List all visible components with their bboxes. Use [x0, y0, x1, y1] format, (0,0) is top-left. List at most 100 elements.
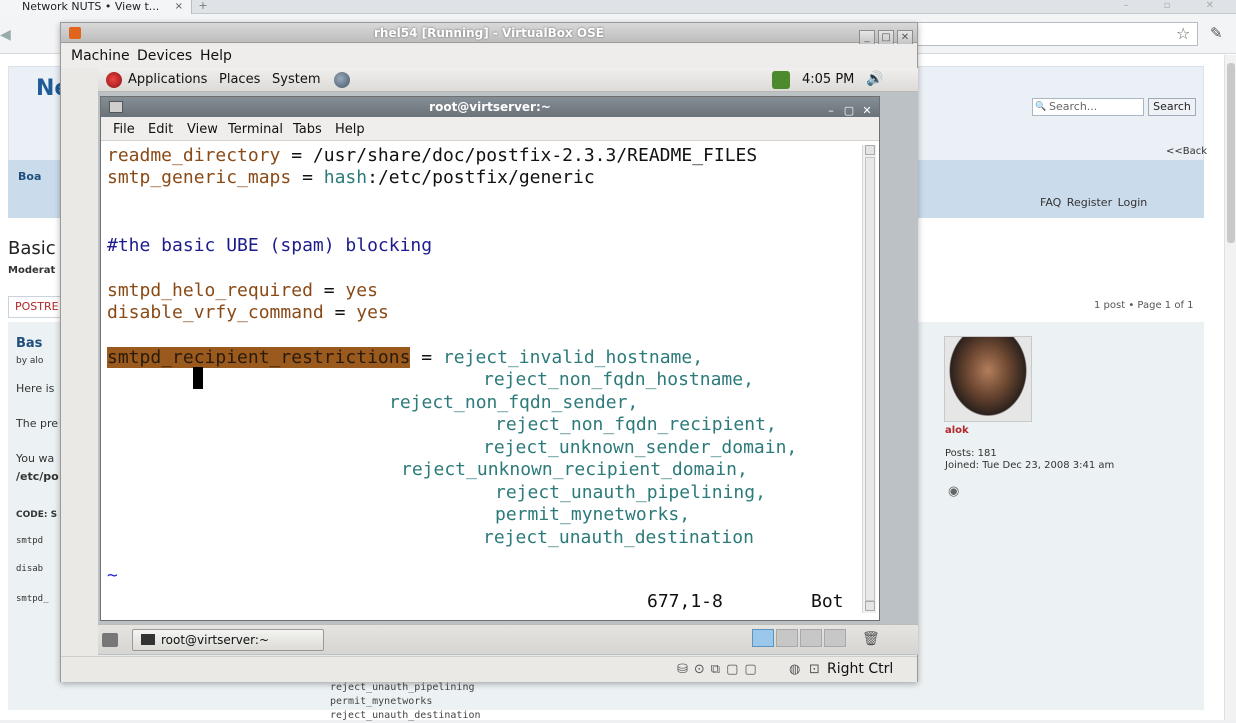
config-key: smtp_generic_maps [107, 167, 292, 188]
terminal-window: root@virtserver:~ – ▢ ✕ File Edit View Ter… [100, 96, 880, 621]
forum-code-line: smtpd [16, 536, 44, 546]
config-eq: = [312, 280, 346, 301]
scroll-up-icon[interactable] [865, 145, 875, 155]
menu-help[interactable]: Help [335, 122, 365, 137]
menu-terminal[interactable]: Terminal [228, 122, 283, 137]
contact-icon[interactable]: ◉ [948, 484, 959, 499]
terminal-titlebar[interactable]: root@virtserver:~ – ▢ ✕ [101, 97, 879, 117]
config-value: :/etc/postfix/generic [367, 167, 595, 188]
close-icon[interactable]: ✕ [859, 103, 875, 118]
menu-edit[interactable]: Edit [148, 122, 173, 137]
forum-joined-date: Joined: Tue Dec 23, 2008 3:41 am [945, 460, 1115, 471]
trash-icon[interactable]: 🗑 [862, 631, 880, 647]
network-icon[interactable] [334, 72, 350, 88]
workspace-1[interactable] [752, 629, 774, 647]
new-tab-button[interactable]: + [196, 0, 210, 13]
config-key: smtpd_helo_required [107, 280, 313, 301]
redhat-icon[interactable] [106, 72, 122, 88]
terminal-menubar: File Edit View Terminal Tabs Help [101, 117, 879, 141]
device-status-icons[interactable]: ⛁⊙⧉▢▢ [677, 662, 763, 677]
config-value: yes [356, 302, 389, 323]
forum-post-line: /etc/po [16, 470, 59, 483]
scrollbar-thumb[interactable] [1227, 63, 1235, 243]
workspace-3[interactable] [800, 629, 822, 647]
menu-machine[interactable]: Machine [71, 48, 130, 64]
browser-tab-bar: Network NUTS • View t... × + – ▫ ✕ [0, 0, 1236, 14]
config-comment: #the basic UBE (spam) blocking [107, 235, 433, 256]
forum-search-button[interactable]: Search [1148, 98, 1196, 116]
forum-userinfo: Posts: 181 Joined: Tue Dec 23, 2008 3:41… [945, 448, 1114, 472]
forum-topic-title: Basic [8, 238, 56, 259]
show-desktop-icon[interactable] [102, 633, 118, 647]
workspace-4[interactable] [824, 629, 846, 647]
forum-board-link[interactable]: Boa [18, 170, 41, 183]
menu-devices[interactable]: Devices [137, 48, 192, 64]
config-eq: = [410, 347, 443, 368]
config-value: reject_non_fqdn_sender, [389, 392, 639, 413]
terminal-scrollbar[interactable] [862, 145, 876, 613]
menu-view[interactable]: View [187, 122, 218, 137]
address-bar[interactable] [918, 22, 1198, 46]
config-value: yes [345, 280, 378, 301]
text-cursor [193, 367, 203, 389]
menu-help[interactable]: Help [200, 48, 232, 64]
forum-post-author: by alo [16, 356, 44, 366]
forum-posts-count: Posts: 181 [945, 448, 997, 459]
browser-window-controls[interactable]: – ▫ ✕ [1123, 0, 1230, 11]
config-value: reject_non_fqdn_hostname, [483, 369, 754, 390]
taskbar-item-terminal[interactable]: root@virtserver:~ [132, 629, 324, 651]
vim-editor[interactable]: readme_directory = /usr/share/doc/postfi… [107, 145, 857, 615]
config-eq: = [291, 167, 324, 188]
vbox-window-title: rhel54 [Running] - VirtualBox OSE [374, 26, 604, 40]
forum-search-input[interactable]: Search... [1032, 98, 1144, 116]
minimize-icon[interactable]: _ [859, 30, 875, 45]
menu-tabs[interactable]: Tabs [293, 122, 322, 137]
forum-post-title[interactable]: Bas [16, 336, 42, 351]
avatar[interactable] [944, 336, 1032, 422]
scroll-down-icon[interactable] [865, 601, 875, 611]
page-scrollbar[interactable] [1224, 55, 1236, 720]
menu-places[interactable]: Places [219, 72, 260, 87]
menu-file[interactable]: File [113, 122, 135, 137]
volume-icon[interactable]: 🔊 [866, 71, 883, 87]
highlighted-search-match: smtpd_recipient_restrictions [107, 347, 411, 368]
update-icon[interactable] [772, 71, 790, 89]
forum-pagination: 1 post • Page 1 of 1 [1094, 300, 1194, 311]
gnome-top-panel: Applications Places System 4:05 PM 🔊 [98, 68, 918, 92]
forum-code-tail: reject_unauth_pipelining permit_mynetwor… [330, 681, 481, 723]
maximize-icon[interactable]: ▢ [841, 103, 857, 118]
wrench-icon[interactable]: ✎ [1210, 24, 1223, 42]
back-arrow-icon[interactable]: ◀ [0, 27, 11, 43]
workspace-switcher[interactable] [752, 629, 854, 649]
config-eq: = [323, 302, 357, 323]
host-key-label: Right Ctrl [827, 661, 894, 677]
taskbar-item-label: root@virtserver:~ [161, 633, 270, 647]
workspace-2[interactable] [776, 629, 798, 647]
vbox-titlebar[interactable]: rhel54 [Running] - VirtualBox OSE _ □ ✕ [61, 23, 917, 45]
clock[interactable]: 4:05 PM [802, 72, 854, 87]
forum-nav-links[interactable]: FAQ Register Login [1040, 196, 1147, 209]
mouse-integration-icon[interactable]: ◍ [789, 662, 800, 677]
star-icon[interactable]: ☆ [1176, 24, 1190, 43]
forum-code-line: reject_unauth_destination [330, 710, 481, 721]
forum-username[interactable]: alok [945, 425, 969, 436]
maximize-icon[interactable]: □ [878, 30, 894, 45]
close-icon[interactable]: ✕ [897, 30, 913, 45]
forum-code-line: disab [16, 564, 44, 574]
post-reply-button[interactable]: POSTRE [8, 296, 66, 318]
guest-display[interactable]: Applications Places System 4:05 PM 🔊 roo… [98, 68, 918, 655]
forum-code-label: CODE: S [16, 510, 58, 520]
tab-close-icon[interactable]: × [175, 0, 183, 13]
config-value: reject_invalid_hostname, [442, 347, 704, 368]
config-value: reject_unknown_recipient_domain, [401, 459, 748, 480]
config-value: hash [323, 167, 368, 188]
forum-back-link[interactable]: <<Back [1166, 146, 1207, 157]
menu-system[interactable]: System [272, 72, 320, 87]
minimize-icon[interactable]: – [823, 103, 839, 118]
scroll-position: Bot [811, 591, 844, 612]
browser-tab[interactable]: Network NUTS • View t... × [0, 0, 192, 14]
forum-post-line: Here is [16, 382, 55, 395]
forum-code-line: smtpd_ [16, 594, 49, 604]
scrollbar-thumb[interactable] [865, 157, 875, 601]
menu-applications[interactable]: Applications [128, 72, 207, 87]
